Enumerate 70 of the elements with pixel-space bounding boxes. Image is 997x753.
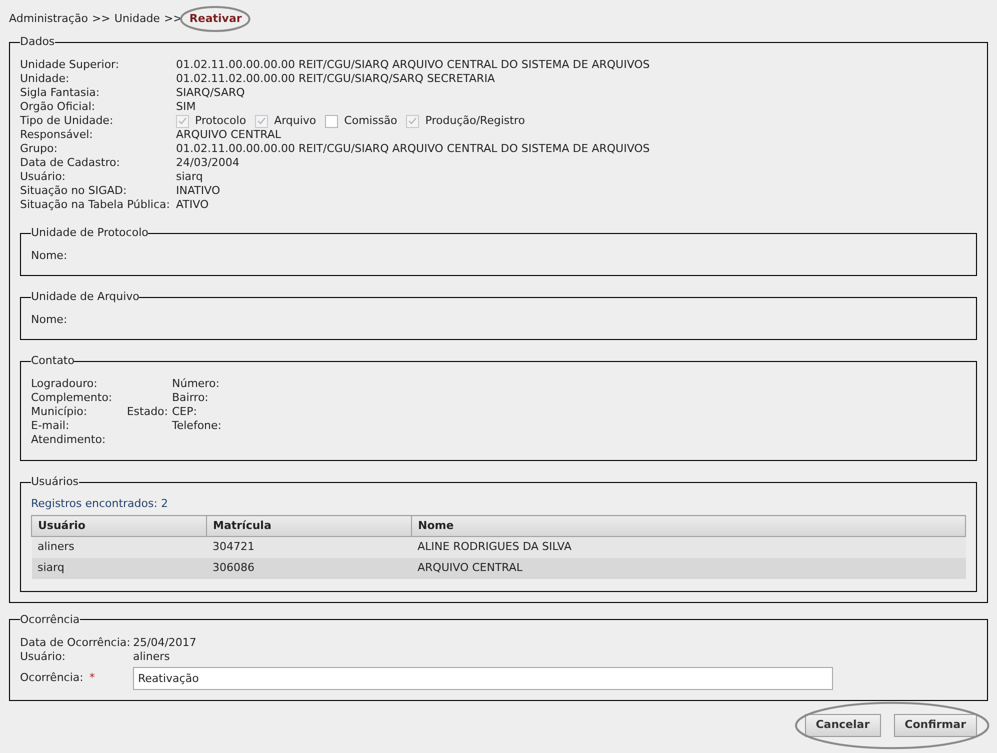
checkmark-icon	[408, 117, 418, 125]
checkbox-label: Comissão	[344, 114, 398, 128]
field-value: 25/04/2017	[133, 636, 196, 650]
table-cell: ALINE RODRIGUES DA SILVA	[412, 536, 966, 558]
field-value: ATIVO	[176, 198, 209, 212]
field-label: Município:	[31, 405, 88, 419]
breadcrumb-separator: >>	[92, 12, 110, 26]
field-value: SIM	[176, 100, 196, 114]
checkmark-icon	[178, 117, 187, 125]
field-value: aliners	[133, 650, 170, 664]
breadcrumb-separator: >>	[164, 12, 182, 26]
field-label: Situação no SIGAD:	[20, 184, 128, 198]
table-cell: 304721	[206, 536, 412, 558]
field-value: 01.02.11.02.00.00.00 REIT/CGU/SIARQ/SARQ SECRETARIA	[176, 72, 495, 86]
field-label: Número:	[172, 377, 220, 391]
table-cell: siarq	[32, 558, 206, 578]
field-label: Grupo:	[20, 142, 58, 156]
table-cell: aliners	[32, 536, 206, 558]
field-value: SIARQ/SARQ	[176, 86, 245, 100]
action-button[interactable]: Cancelar	[804, 714, 881, 736]
fieldset-legend: Dados	[20, 35, 55, 49]
field-label: Orgão Oficial:	[20, 100, 96, 114]
field-label: Tipo de Unidade:	[20, 114, 114, 128]
field-label: Data de Cadastro:	[20, 156, 121, 170]
field-label: Nome:	[31, 249, 68, 263]
checkbox-label: Arquivo	[274, 114, 316, 128]
action-button[interactable]: Confirmar	[894, 714, 977, 736]
field-label: Responsável:	[20, 128, 94, 142]
fieldset-legend: Unidade de Arquivo	[31, 290, 140, 304]
field-label: Complemento:	[31, 391, 114, 405]
breadcrumb-link[interactable]: Unidade	[114, 12, 160, 26]
field-label: Sigla Fantasia:	[20, 86, 101, 100]
field-label: Nome:	[31, 313, 68, 327]
field-label: Ocorrência:	[20, 671, 84, 685]
field-label: Situação na Tabela Pública:	[20, 198, 171, 212]
column-header: Usuário	[32, 516, 206, 536]
record-count: Registros encontrados: 2	[31, 497, 169, 511]
checkmark-icon	[257, 117, 266, 125]
field-label: Usuário:	[20, 650, 67, 664]
field-label: Data de Ocorrência:	[20, 636, 132, 650]
field-value: 24/03/2004	[176, 156, 240, 170]
checkbox-label: Produção/Registro	[425, 114, 525, 128]
field-value: INATIVO	[176, 184, 220, 198]
field-label: Atendimento:	[31, 433, 107, 447]
table-cell: ARQUIVO CENTRAL	[412, 558, 966, 578]
required-mark: *	[89, 671, 95, 685]
checkbox-label: Protocolo	[195, 114, 246, 128]
field-value: 01.02.11.00.00.00.00 REIT/CGU/SIARQ ARQUIVO CENTRAL DO SISTEMA DE ARQUIVOS	[176, 142, 650, 156]
breadcrumb-link[interactable]: Administração	[9, 12, 88, 26]
field-label: Telefone:	[172, 419, 222, 433]
column-header: Nome	[412, 516, 966, 536]
field-label: CEP:	[172, 405, 198, 419]
field-label: Unidade:	[20, 72, 70, 86]
fieldset-legend: Usuários	[31, 475, 79, 489]
field-label: Bairro:	[172, 391, 210, 405]
field-value: siarq	[176, 170, 203, 184]
field-label: Unidade Superior:	[20, 58, 120, 72]
breadcrumb-current: Reativar	[189, 12, 242, 25]
field-label: Usuário:	[20, 170, 67, 184]
field-value: 01.02.11.00.00.00.00 REIT/CGU/SIARQ ARQUIVO CENTRAL DO SISTEMA DE ARQUIVOS	[176, 58, 650, 72]
table-cell: 306086	[206, 558, 412, 578]
fieldset-legend: Contato	[31, 354, 74, 368]
input-field[interactable]: Reativação	[133, 666, 833, 690]
field-label: Estado:	[126, 405, 169, 419]
field-label: Logradouro:	[31, 377, 98, 391]
field-label: E-mail:	[31, 419, 70, 433]
fieldset-legend: Unidade de Protocolo	[31, 226, 148, 240]
column-header: Matrícula	[206, 516, 412, 536]
fieldset-legend: Ocorrência	[20, 612, 80, 626]
field-value: ARQUIVO CENTRAL	[176, 128, 282, 142]
